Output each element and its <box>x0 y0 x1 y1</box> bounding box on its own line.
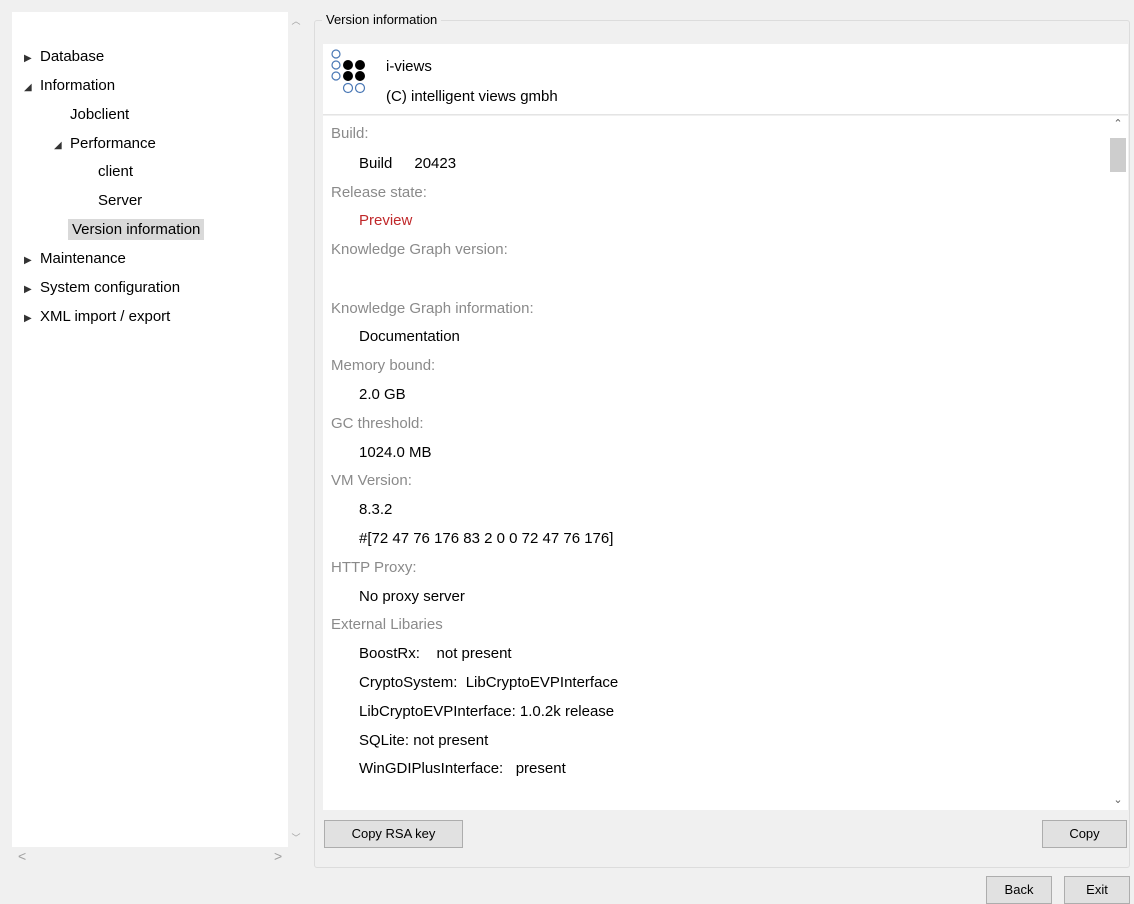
scroll-left-icon[interactable]: < <box>18 847 26 865</box>
copy-button[interactable]: Copy <box>1042 820 1127 848</box>
tree-item-label: Information <box>40 77 116 94</box>
external-libraries-label: External Libaries <box>331 616 443 633</box>
library-item: BoostRx: not present <box>359 645 512 662</box>
build-label: Build: <box>331 125 369 142</box>
build-number: 20423 <box>414 155 457 172</box>
gc-threshold-label: GC threshold: <box>331 415 424 432</box>
collapse-arrow-icon[interactable]: ◢ <box>54 133 70 159</box>
product-header: i-views (C) intelligent views gmbh <box>323 44 1128 115</box>
tree-item-version-information[interactable]: Version information <box>68 217 205 243</box>
scroll-up-icon[interactable]: ︿ <box>288 12 304 30</box>
version-details: Build: Build 20423 Release state: Preview… <box>323 116 1108 810</box>
tree-item-label: System configuration <box>40 279 181 296</box>
tree-item-label: Database <box>40 48 105 65</box>
expand-arrow-icon[interactable]: ▶ <box>24 277 40 303</box>
tree-item-label: Performance <box>70 135 156 152</box>
library-item: SQLite: not present <box>359 732 489 749</box>
expand-arrow-icon[interactable]: ▶ <box>24 248 40 274</box>
expand-arrow-icon[interactable]: ▶ <box>24 46 40 72</box>
tree-item-performance[interactable]: ◢ Performance <box>54 131 156 157</box>
scroll-down-icon[interactable]: ﹀ <box>288 829 304 847</box>
kg-information-value: Documentation <box>359 328 460 345</box>
expand-arrow-icon[interactable]: ▶ <box>24 306 40 332</box>
product-name: i-views <box>386 58 432 75</box>
gc-threshold-value: 1024.0 MB <box>359 444 432 461</box>
library-item: CryptoSystem: LibCryptoEVPInterface <box>359 674 619 691</box>
vm-version-bytes: #[72 47 76 176 83 2 0 0 72 47 76 176] <box>359 530 614 547</box>
kg-information-label: Knowledge Graph information: <box>331 300 534 317</box>
back-button[interactable]: Back <box>986 876 1052 904</box>
kg-version-label: Knowledge Graph version: <box>331 241 508 258</box>
release-state-label: Release state: <box>331 184 427 201</box>
tree-item-jobclient[interactable]: Jobclient <box>70 102 129 128</box>
library-item: WinGDIPlusInterface: present <box>359 760 566 777</box>
collapse-arrow-icon[interactable]: ◢ <box>24 75 40 101</box>
tree-item-xml-import-export[interactable]: ▶ XML import / export <box>24 304 170 330</box>
tree-item-label: Version information <box>68 219 205 240</box>
tree-item-system-configuration[interactable]: ▶ System configuration <box>24 275 180 301</box>
navigation-tree: ▶ Database ◢ Information Jobclient ◢ Perfor… <box>12 12 288 847</box>
details-vertical-scrollbar[interactable]: ⌃ ⌄ <box>1108 116 1128 810</box>
tree-item-label: XML import / export <box>40 308 171 325</box>
exit-button[interactable]: Exit <box>1064 876 1130 904</box>
scrollbar-thumb[interactable] <box>1110 138 1126 172</box>
vm-version-label: VM Version: <box>331 472 412 489</box>
tree-item-client[interactable]: client <box>98 159 133 185</box>
scroll-up-icon[interactable]: ⌃ <box>1108 116 1128 132</box>
memory-bound-value: 2.0 GB <box>359 386 406 403</box>
library-item: LibCryptoEVPInterface: 1.0.2k release <box>359 703 615 720</box>
http-proxy-label: HTTP Proxy: <box>331 559 417 576</box>
tree-item-label: Jobclient <box>70 106 130 123</box>
build-value: Build 20423 <box>359 149 456 179</box>
release-state-value: Preview <box>359 212 413 229</box>
tree-item-label: Maintenance <box>40 250 126 267</box>
tree-item-label: client <box>98 163 134 180</box>
copyright-text: (C) intelligent views gmbh <box>386 88 558 105</box>
scroll-right-icon[interactable]: > <box>274 847 282 865</box>
tree-vertical-scrollbar[interactable]: ︿ ﹀ <box>288 12 304 847</box>
tree-item-label: Server <box>98 192 143 209</box>
memory-bound-label: Memory bound: <box>331 357 436 374</box>
tree-item-information[interactable]: ◢ Information <box>24 73 115 99</box>
vm-version-value: 8.3.2 <box>359 501 393 518</box>
build-name: Build <box>359 155 393 172</box>
tree-horizontal-scrollbar[interactable]: < > <box>12 847 288 865</box>
tree-item-database[interactable]: ▶ Database <box>24 44 104 70</box>
scroll-down-icon[interactable]: ⌄ <box>1108 792 1128 808</box>
group-title: Version information <box>322 11 442 29</box>
tree-item-server[interactable]: Server <box>98 188 142 214</box>
copy-rsa-key-button[interactable]: Copy RSA key <box>324 820 463 848</box>
tree-item-maintenance[interactable]: ▶ Maintenance <box>24 246 126 272</box>
http-proxy-value: No proxy server <box>359 588 465 605</box>
i-views-logo-icon <box>331 49 366 94</box>
